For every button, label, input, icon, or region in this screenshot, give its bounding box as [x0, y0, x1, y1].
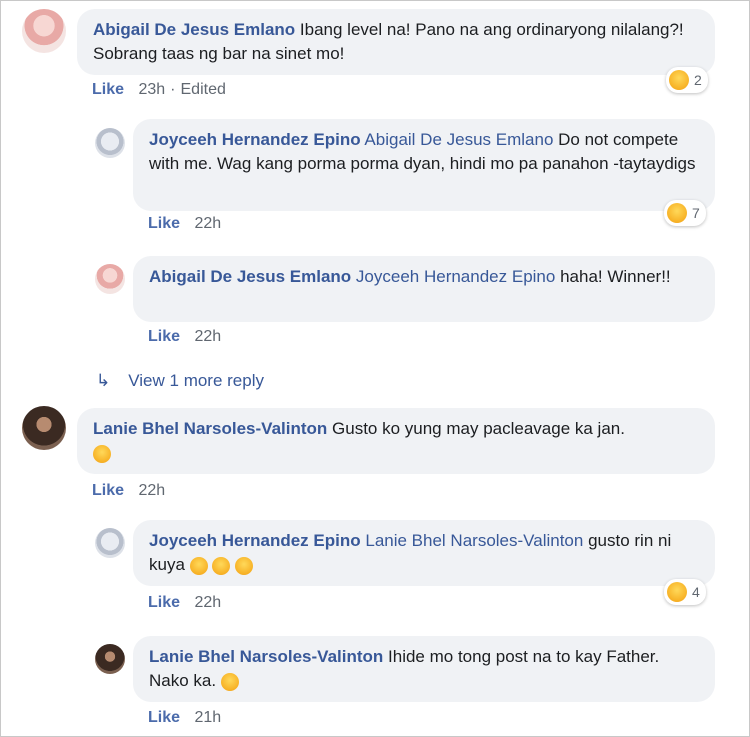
haha-emoji-icon	[669, 70, 689, 90]
haha-emoji-icon	[667, 203, 687, 223]
reaction-count: 2	[694, 72, 702, 88]
rofl-emoji-icon	[93, 444, 111, 463]
comment-meta: Like 21h	[148, 709, 221, 727]
comment-bubble: Lanie Bhel Narsoles-Valinton Gusto ko yu…	[77, 408, 715, 474]
reaction-summary[interactable]: 7	[664, 200, 706, 226]
comment-author[interactable]: Lanie Bhel Narsoles-Valinton	[149, 647, 383, 666]
rofl-emoji-icon	[212, 556, 231, 575]
like-button[interactable]: Like	[148, 709, 180, 726]
mention-link[interactable]: Abigail De Jesus Emlano	[364, 130, 553, 149]
comment-author[interactable]: Abigail De Jesus Emlano	[93, 20, 295, 39]
comment-meta: Like 22h	[92, 482, 165, 500]
avatar[interactable]	[22, 9, 66, 53]
reaction-summary[interactable]: 2	[666, 67, 708, 93]
view-more-label[interactable]: View 1 more reply	[128, 371, 264, 390]
reaction-summary[interactable]: 4	[664, 579, 706, 605]
reply-bubble: Abigail De Jesus Emlano Joyceeh Hernande…	[133, 256, 715, 322]
timestamp[interactable]: 23h	[138, 81, 165, 98]
rofl-emoji-icon	[220, 672, 239, 691]
comment-author[interactable]: Joyceeh Hernandez Epino	[149, 531, 361, 550]
reply-bubble: Joyceeh Hernandez Epino Lanie Bhel Narso…	[133, 520, 715, 586]
haha-emoji-icon	[667, 582, 687, 602]
comment-meta: Like 22h	[148, 594, 221, 612]
like-button[interactable]: Like	[148, 215, 180, 232]
comment-thread	[0, 0, 750, 737]
comment-bubble: Abigail De Jesus Emlano Ibang level na! …	[77, 9, 715, 75]
like-button[interactable]: Like	[92, 482, 124, 499]
comment-meta: Like 23h · Edited	[92, 81, 226, 98]
avatar[interactable]	[22, 406, 66, 450]
like-button[interactable]: Like	[148, 328, 180, 345]
view-more-replies[interactable]: ↳ View 1 more reply	[96, 371, 264, 391]
timestamp[interactable]: 22h	[194, 215, 221, 232]
timestamp[interactable]: 22h	[138, 482, 165, 499]
timestamp[interactable]: 22h	[194, 328, 221, 345]
edited-label[interactable]: Edited	[181, 81, 226, 98]
timestamp[interactable]: 21h	[194, 709, 221, 726]
reaction-count: 4	[692, 584, 700, 600]
avatar[interactable]	[95, 528, 125, 558]
mention-link[interactable]: Lanie Bhel Narsoles-Valinton	[365, 531, 583, 550]
reply-arrow-icon: ↳	[96, 371, 111, 390]
avatar[interactable]	[95, 264, 125, 294]
reply-bubble: Lanie Bhel Narsoles-Valinton Ihide mo to…	[133, 636, 715, 702]
comment-author[interactable]: Abigail De Jesus Emlano	[149, 267, 351, 286]
comment-author[interactable]: Joyceeh Hernandez Epino	[149, 130, 361, 149]
avatar[interactable]	[95, 644, 125, 674]
reply-bubble: Joyceeh Hernandez Epino Abigail De Jesus…	[133, 119, 715, 211]
like-button[interactable]: Like	[148, 594, 180, 611]
rofl-emoji-icon	[189, 556, 208, 575]
comment-text: haha! Winner!!	[560, 267, 671, 286]
comment-meta: Like 22h	[148, 215, 221, 233]
comment-meta: Like 22h	[148, 328, 221, 346]
mention-link[interactable]: Joyceeh Hernandez Epino	[356, 267, 555, 286]
timestamp[interactable]: 22h	[194, 594, 221, 611]
avatar[interactable]	[95, 128, 125, 158]
comment-text: Gusto ko yung may pacleavage ka jan.	[332, 419, 625, 438]
rofl-emoji-icon	[235, 556, 254, 575]
like-button[interactable]: Like	[92, 81, 124, 98]
reaction-count: 7	[692, 205, 700, 221]
comment-author[interactable]: Lanie Bhel Narsoles-Valinton	[93, 419, 327, 438]
